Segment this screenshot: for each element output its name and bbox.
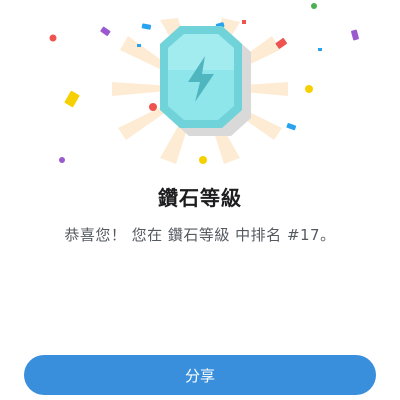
confetti-piece bbox=[305, 85, 313, 93]
confetti-piece bbox=[100, 26, 111, 36]
confetti-piece bbox=[318, 48, 322, 51]
achievement-screen: 鑽石等級 恭喜您！ 您在 鑽石等級 中排名 #17。 分享 bbox=[0, 0, 400, 400]
share-button[interactable]: 分享 bbox=[24, 355, 376, 395]
confetti-piece bbox=[137, 44, 141, 47]
badge-hero bbox=[0, 0, 400, 180]
confetti-piece bbox=[149, 103, 157, 111]
confetti-piece bbox=[311, 3, 317, 9]
confetti-piece bbox=[59, 157, 65, 163]
confetti-piece bbox=[286, 123, 297, 131]
confetti-piece bbox=[64, 90, 80, 108]
tier-title: 鑽石等級 bbox=[158, 186, 242, 210]
confetti-piece bbox=[141, 23, 152, 30]
badge-illustration bbox=[49, 3, 359, 164]
confetti-piece bbox=[49, 34, 57, 42]
confetti-piece bbox=[199, 156, 207, 164]
confetti-piece bbox=[351, 29, 359, 41]
rank-message: 恭喜您！ 您在 鑽石等級 中排名 #17。 bbox=[64, 226, 336, 244]
confetti-piece bbox=[242, 20, 246, 24]
